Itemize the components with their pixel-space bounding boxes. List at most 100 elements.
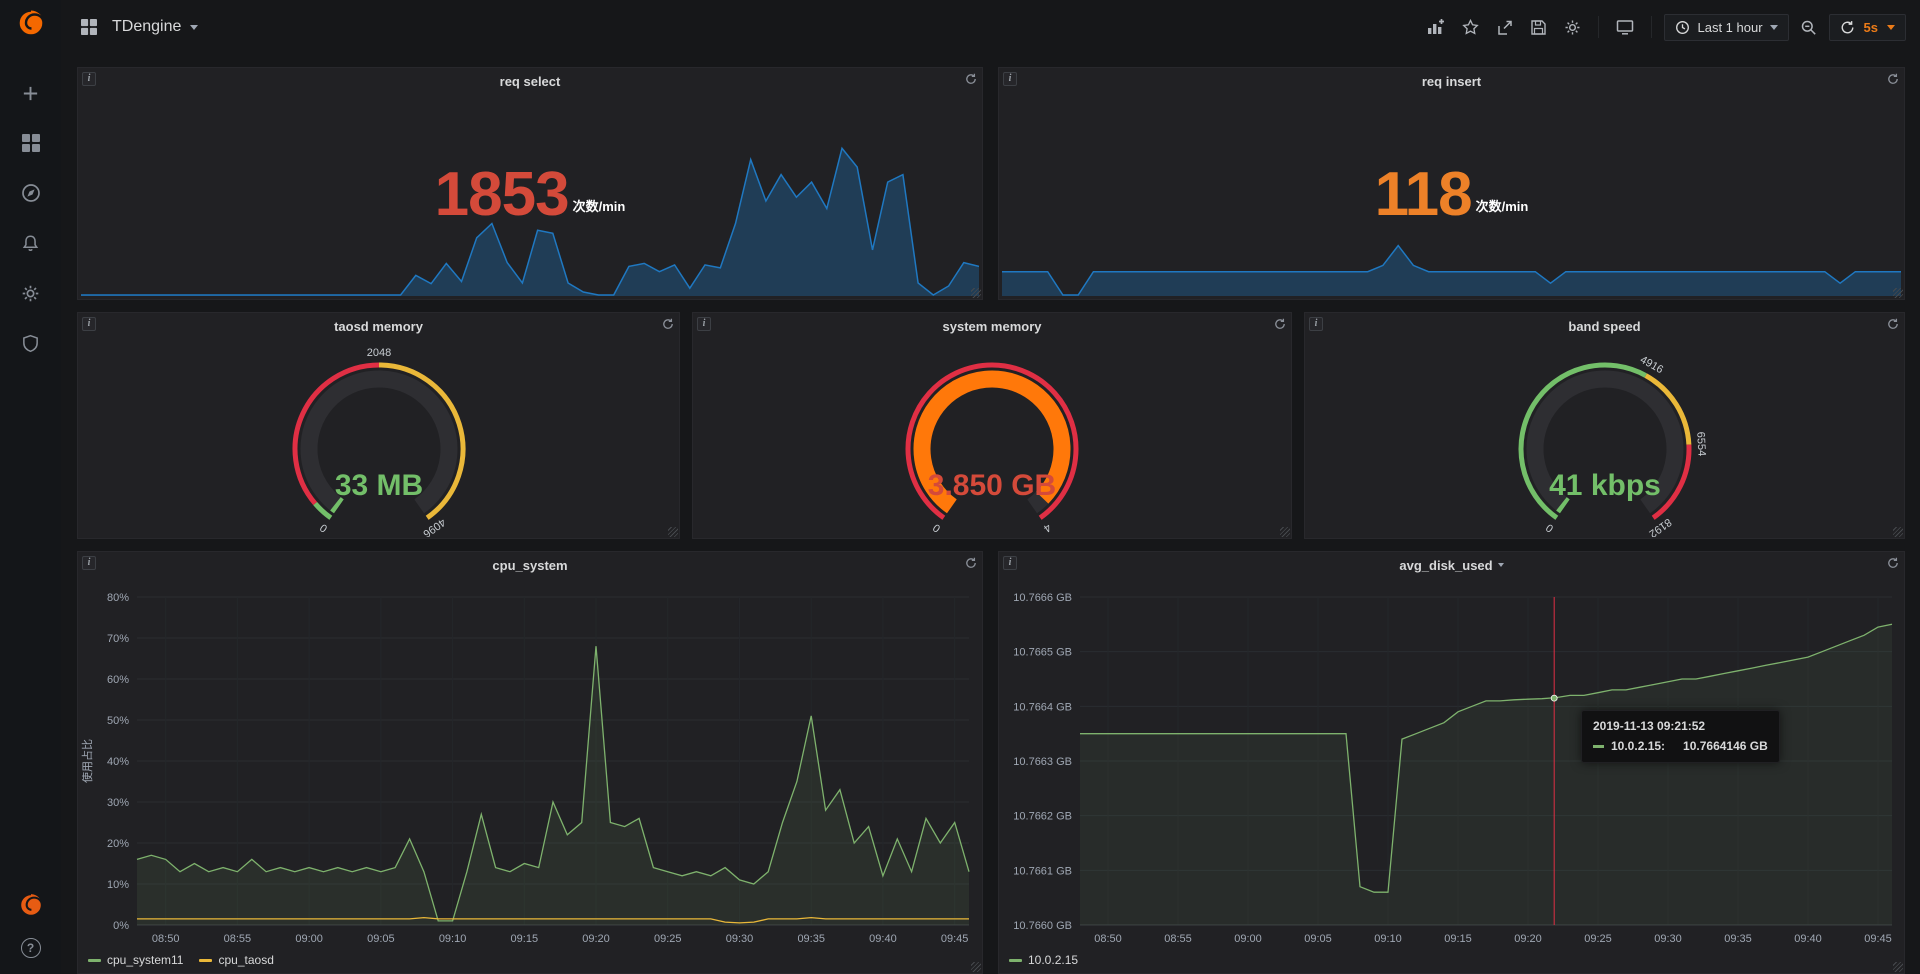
svg-text:09:00: 09:00	[1234, 933, 1262, 945]
legend-item-cpu-taosd[interactable]: cpu_taosd	[199, 953, 273, 967]
dashboard-title[interactable]: TDengine	[112, 18, 181, 36]
user-avatar[interactable]	[18, 892, 44, 918]
panel-req-insert: i req insert 118次数/min	[998, 67, 1905, 300]
legend-item-cpu-system11[interactable]: cpu_system11	[88, 953, 183, 967]
panel-title: system memory	[943, 319, 1042, 334]
chart-tooltip: 2019-11-13 09:21:52 10.0.2.15: 10.766414…	[1581, 710, 1780, 763]
svg-text:09:15: 09:15	[511, 933, 539, 945]
svg-text:09:10: 09:10	[1374, 933, 1402, 945]
refresh-interval-picker[interactable]: 5s	[1829, 14, 1906, 41]
top-nav: TDengine Last 1 hour	[61, 0, 1920, 54]
sidebar-bottom: ?	[18, 892, 44, 958]
svg-text:09:25: 09:25	[1584, 933, 1612, 945]
dashboard-icon[interactable]	[75, 13, 103, 41]
panel-loading-icon[interactable]	[1887, 318, 1899, 330]
add-panel-icon[interactable]	[1422, 13, 1450, 41]
nav-separator	[1651, 16, 1652, 38]
avatar-logo-icon	[18, 892, 44, 918]
legend-color-swatch	[199, 959, 212, 962]
panel-loading-icon[interactable]	[1887, 73, 1899, 85]
create-plus-icon[interactable]	[20, 82, 42, 104]
panel-resize-handle[interactable]	[1893, 527, 1903, 537]
svg-text:09:10: 09:10	[439, 933, 467, 945]
nav-breadcrumb: TDengine	[75, 13, 198, 41]
grafana-logo-icon	[16, 8, 46, 38]
svg-text:10.7664 GB: 10.7664 GB	[1013, 701, 1072, 713]
svg-text:10.7662 GB: 10.7662 GB	[1013, 811, 1072, 823]
legend-item-10-0-2-15[interactable]: 10.0.2.15	[1009, 953, 1078, 967]
svg-text:4096: 4096	[420, 515, 447, 536]
legend-label: cpu_system11	[107, 953, 183, 967]
panel-title: band speed	[1568, 319, 1640, 334]
svg-text:80%: 80%	[107, 592, 129, 604]
star-icon[interactable]	[1456, 13, 1484, 41]
grafana-logo[interactable]	[16, 8, 46, 38]
panel-loading-icon[interactable]	[1887, 557, 1899, 569]
svg-text:10.7663 GB: 10.7663 GB	[1013, 756, 1072, 768]
req-select-value: 1853次数/min	[78, 164, 982, 242]
big-value: 1853	[435, 160, 569, 229]
panel-info-icon[interactable]: i	[1003, 72, 1017, 86]
big-value-unit: 次数/min	[573, 199, 626, 214]
svg-text:10.7665 GB: 10.7665 GB	[1013, 647, 1072, 659]
svg-text:50%: 50%	[107, 715, 129, 727]
panel-info-icon[interactable]: i	[82, 317, 96, 331]
panel-resize-handle[interactable]	[668, 527, 678, 537]
panel-menu-caret-icon[interactable]	[1498, 563, 1504, 567]
panel-header-band-speed[interactable]: band speed	[1305, 313, 1904, 339]
panel-resize-handle[interactable]	[971, 288, 981, 298]
tooltip-series-row: 10.0.2.15: 10.7664146 GB	[1593, 739, 1768, 753]
panel-loading-icon[interactable]	[965, 73, 977, 85]
dashboards-grid-icon[interactable]	[20, 132, 42, 154]
dashboard-title-caret-icon[interactable]	[190, 25, 198, 30]
svg-text:09:40: 09:40	[1794, 933, 1822, 945]
svg-text:09:25: 09:25	[654, 933, 682, 945]
time-range-picker[interactable]: Last 1 hour	[1664, 14, 1788, 41]
svg-text:09:00: 09:00	[295, 933, 323, 945]
panel-info-icon[interactable]: i	[82, 72, 96, 86]
panel-system-memory: i system memory 043.850 GB	[692, 312, 1292, 539]
panel-loading-icon[interactable]	[662, 318, 674, 330]
clock-icon	[1675, 20, 1690, 35]
panel-req-select: i req select 1853次数/min	[77, 67, 983, 300]
panel-header-cpu-system[interactable]: cpu_system	[78, 552, 982, 578]
panel-resize-handle[interactable]	[1893, 288, 1903, 298]
panel-cpu-system: i cpu_system 0%10%20%30%40%50%60%70%80%0…	[77, 551, 983, 974]
server-admin-shield-icon[interactable]	[20, 332, 42, 354]
help-icon[interactable]: ?	[21, 938, 41, 958]
panel-resize-handle[interactable]	[1280, 527, 1290, 537]
svg-text:09:20: 09:20	[582, 933, 610, 945]
panel-info-icon[interactable]: i	[697, 317, 711, 331]
panel-header-avg-disk-used[interactable]: avg_disk_used	[999, 552, 1904, 578]
panel-header-taosd-memory[interactable]: taosd memory	[78, 313, 679, 339]
share-icon[interactable]	[1490, 13, 1518, 41]
settings-gear-icon[interactable]	[1558, 13, 1586, 41]
gauge-svg: 043.850 GB	[842, 341, 1142, 537]
explore-compass-icon[interactable]	[20, 182, 42, 204]
svg-text:09:40: 09:40	[869, 933, 897, 945]
svg-text:20%: 20%	[107, 838, 129, 850]
panel-title: taosd memory	[334, 319, 423, 334]
big-value-unit: 次数/min	[1476, 199, 1529, 214]
zoom-out-icon[interactable]	[1795, 13, 1823, 41]
svg-text:09:30: 09:30	[726, 933, 754, 945]
panel-header-req-select[interactable]: req select	[78, 68, 982, 94]
svg-text:0: 0	[317, 520, 329, 533]
panel-resize-handle[interactable]	[1893, 962, 1903, 972]
configuration-gear-icon[interactable]	[20, 282, 42, 304]
svg-text:09:20: 09:20	[1514, 933, 1542, 945]
panel-header-system-memory[interactable]: system memory	[693, 313, 1291, 339]
panel-header-req-insert[interactable]: req insert	[999, 68, 1904, 94]
panel-info-icon[interactable]: i	[1003, 556, 1017, 570]
panel-loading-icon[interactable]	[1274, 318, 1286, 330]
svg-text:08:50: 08:50	[1094, 933, 1122, 945]
legend-color-swatch	[88, 959, 101, 962]
panel-loading-icon[interactable]	[965, 557, 977, 569]
panel-info-icon[interactable]: i	[1309, 317, 1323, 331]
alerting-bell-icon[interactable]	[20, 232, 42, 254]
panel-resize-handle[interactable]	[971, 962, 981, 972]
svg-text:0: 0	[931, 520, 943, 533]
panel-info-icon[interactable]: i	[82, 556, 96, 570]
tv-mode-icon[interactable]	[1611, 13, 1639, 41]
save-icon[interactable]	[1524, 13, 1552, 41]
